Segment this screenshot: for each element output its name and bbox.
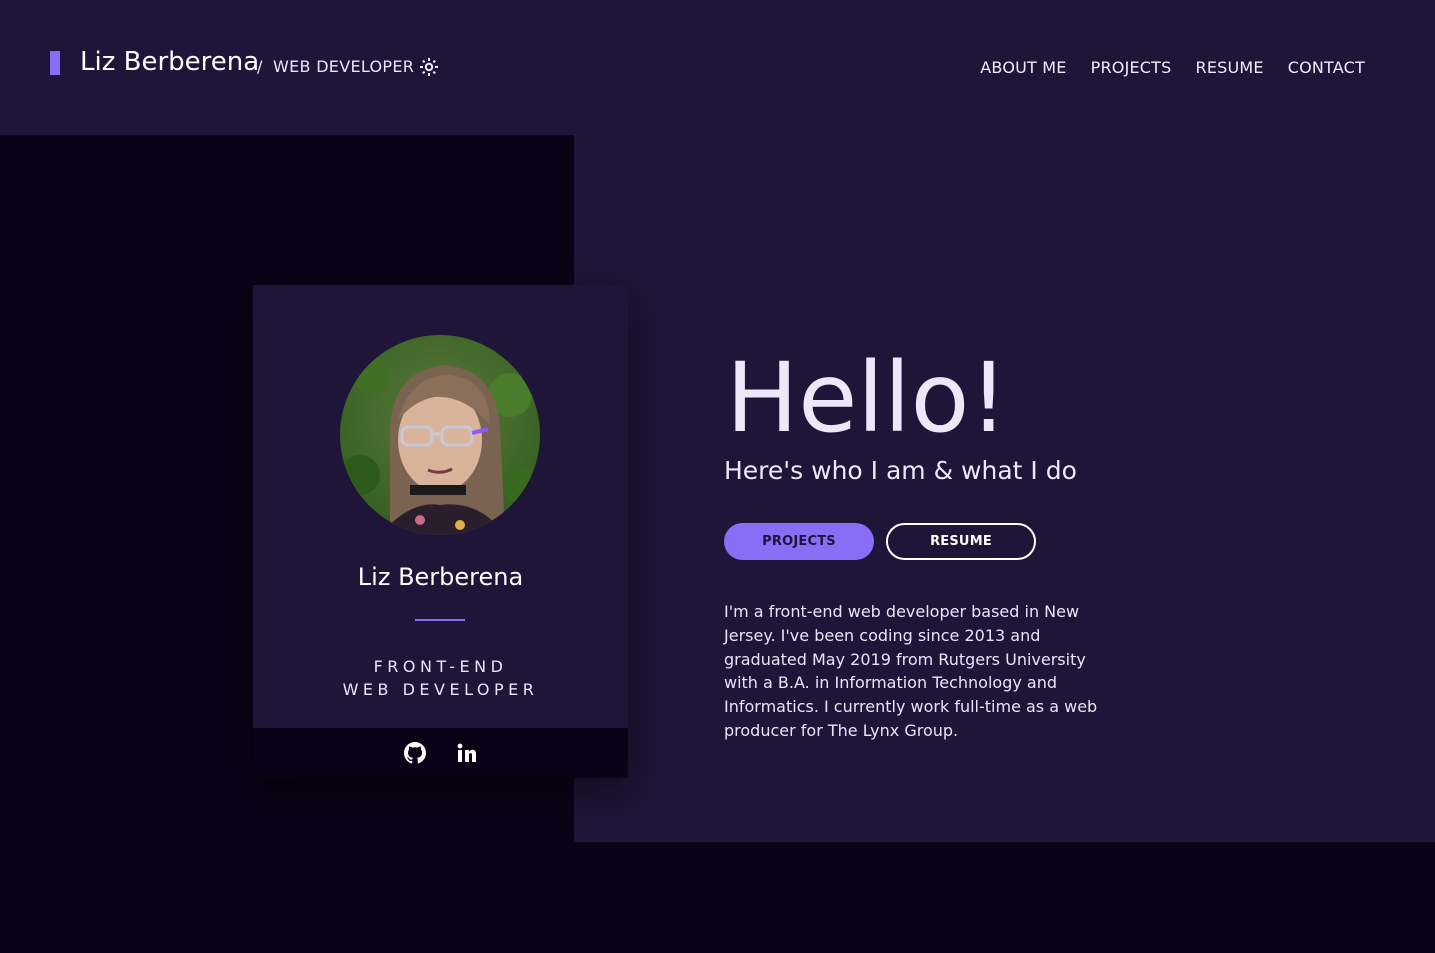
card-title-line-1: FRONT-END [373, 657, 508, 676]
card-name: Liz Berberena [357, 563, 524, 591]
github-icon[interactable] [403, 742, 426, 764]
brand-accent-bar [50, 51, 60, 75]
main-nav: ABOUT ME PROJECTS RESUME CONTACT [980, 58, 1365, 77]
sun-icon[interactable] [419, 57, 439, 77]
projects-button[interactable]: PROJECTS [724, 523, 874, 560]
nav-about-me[interactable]: ABOUT ME [980, 58, 1066, 77]
card-social-bar [253, 728, 628, 778]
nav-resume[interactable]: RESUME [1196, 58, 1264, 77]
nav-projects[interactable]: PROJECTS [1091, 58, 1172, 77]
hero-subtitle: Here's who I am & what I do [724, 456, 1077, 485]
page: Liz Berberena / WEB DEVELOPER ABOUT ME P… [0, 0, 1435, 953]
site-header: Liz Berberena / WEB DEVELOPER ABOUT ME P… [0, 0, 1435, 135]
brand-name[interactable]: Liz Berberena [80, 47, 259, 77]
avatar [340, 335, 540, 535]
hero-bio: I'm a front-end web developer based in N… [724, 602, 1098, 740]
card-job-title: FRONT-END WEB DEVELOPER [253, 655, 628, 701]
brand-separator: / [257, 57, 263, 76]
resume-button[interactable]: RESUME [886, 523, 1036, 560]
card-divider [415, 619, 465, 621]
card-title-line-2: WEB DEVELOPER [342, 680, 539, 699]
profile-card: Liz Berberena FRONT-END WEB DEVELOPER [253, 285, 628, 778]
nav-contact[interactable]: CONTACT [1288, 58, 1365, 77]
hero-greeting: Hello! [726, 342, 1008, 454]
linkedin-icon[interactable] [456, 742, 478, 764]
brand-role: WEB DEVELOPER [273, 57, 415, 76]
